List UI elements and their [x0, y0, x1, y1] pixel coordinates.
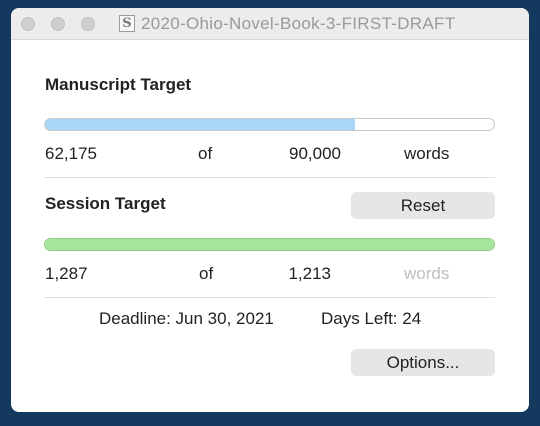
session-target-count[interactable]: 1,213	[241, 264, 331, 284]
options-button[interactable]: Options...	[351, 349, 495, 376]
reset-button[interactable]: Reset	[351, 192, 495, 219]
session-current-count: 1,287	[45, 264, 88, 283]
manuscript-progress-bar	[44, 118, 495, 131]
scrivener-document-icon: S	[119, 15, 135, 32]
session-progress-bar	[44, 238, 495, 251]
days-left-text: Days Left: 24	[321, 309, 422, 328]
section-divider	[44, 177, 495, 178]
manuscript-target-count[interactable]: 90,000	[251, 144, 341, 164]
session-unit-label: words	[404, 264, 450, 283]
project-targets-window: S 2020-Ohio-Novel-Book-3-FIRST-DRAFT Man…	[11, 8, 529, 412]
manuscript-of-label: of	[198, 144, 213, 163]
close-window-button[interactable]	[21, 17, 35, 31]
session-target-heading: Session Target	[45, 194, 166, 213]
manuscript-target-heading: Manuscript Target	[45, 75, 192, 94]
manuscript-current-count: 62,175	[45, 144, 97, 163]
title-bar[interactable]: S 2020-Ohio-Novel-Book-3-FIRST-DRAFT	[11, 8, 529, 40]
section-divider	[44, 297, 495, 298]
minimize-window-button[interactable]	[51, 17, 65, 31]
zoom-window-button[interactable]	[81, 17, 95, 31]
manuscript-progress-fill	[45, 119, 355, 130]
deadline-text: Deadline: Jun 30, 2021	[99, 309, 274, 328]
session-progress-fill	[45, 239, 494, 250]
manuscript-unit-label: words	[404, 144, 450, 163]
session-of-label: of	[199, 264, 214, 283]
window-title: 2020-Ohio-Novel-Book-3-FIRST-DRAFT	[141, 14, 456, 33]
